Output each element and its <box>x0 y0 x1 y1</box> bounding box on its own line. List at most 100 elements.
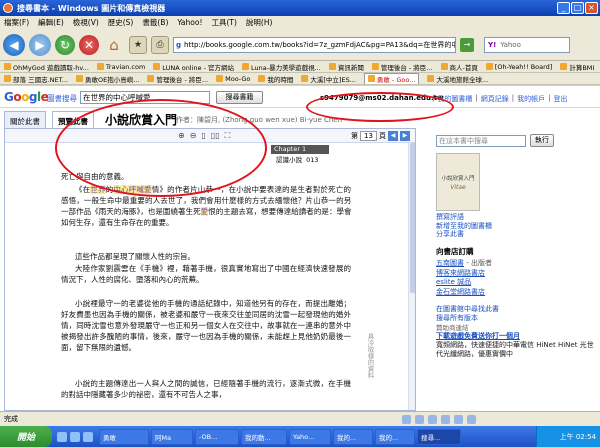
bookmark-item[interactable]: 資訊新聞 <box>328 62 364 72</box>
bookmark-item[interactable]: Luna-暴力美學遊戲視... <box>242 62 321 72</box>
taskbar-item[interactable]: 勇敢 <box>99 428 149 445</box>
store-link[interactable]: eslite 誠品 <box>436 278 471 286</box>
menu-history[interactable]: 歷史(S) <box>108 17 134 28</box>
menu-yahoo[interactable]: Yahoo! <box>177 18 202 27</box>
site-favicon-icon: g <box>176 40 182 49</box>
sign-out-link[interactable]: 登出 <box>553 94 567 104</box>
menu-file[interactable]: 檔案(F) <box>4 17 29 28</box>
menu-view[interactable]: 檢視(V) <box>73 17 99 28</box>
stop-button[interactable]: ✕ <box>79 34 99 55</box>
bookmark-icon <box>440 63 448 70</box>
address-bar[interactable]: g http://books.google.com.tw/books?id=7z… <box>173 36 456 53</box>
tab-icon <box>147 75 155 82</box>
next-image-icon[interactable] <box>415 414 424 424</box>
bookmark-star-icon[interactable]: ★ <box>129 35 147 54</box>
paragraph: 這些作品都呈現了關懷人性的宗旨。 <box>75 252 195 261</box>
find-in-library-link[interactable]: 在圖書館中尋找此書 <box>436 305 596 314</box>
tab-item[interactable]: 大溪[中立]ES... <box>301 74 356 84</box>
taskbar-item[interactable]: -OB... <box>195 428 239 445</box>
tab-icon <box>427 75 435 82</box>
my-account-link[interactable]: 我的帳戶 <box>517 94 545 104</box>
write-review-link[interactable]: 撰寫評語 <box>436 213 596 222</box>
paragraph: 小說的主題傳達出一人與人之間的誠信，已經隨著手機的流行，逐漸式微，在手機的對話中… <box>61 379 351 399</box>
add-to-library-link[interactable]: 新增至我的圖書櫃 <box>436 222 596 231</box>
taskbar-item[interactable]: 我的動... <box>241 428 287 445</box>
bookmark-item[interactable]: 管理後台 - 將臣... <box>371 62 433 72</box>
taskbar-item-active[interactable]: 搜尋... <box>417 428 461 445</box>
all-editions-link[interactable]: 搜尋所有版本 <box>436 314 596 323</box>
search-books-button[interactable]: 搜尋書籍 <box>216 91 263 104</box>
bookmark-item[interactable]: 計算BMI <box>560 62 594 72</box>
menu-bookmarks[interactable]: 書籤(B) <box>142 17 168 28</box>
zoom-icon[interactable] <box>428 414 437 424</box>
bookmark-item[interactable]: Travian.com <box>96 63 145 71</box>
forward-button[interactable]: ▶ <box>29 33 51 56</box>
ad-description: 寬頻網路，快速便捷的中華電信 HiNet HiNet 光世代光纖網路，優惠實價中 <box>436 341 594 358</box>
paragraph: 小說裡最守一的老婆從他的手機的通話紀錄中，知道他另有的存在，而提出離婚；好友費墨… <box>61 299 351 352</box>
go-button[interactable]: → <box>460 37 474 52</box>
page-prefix: 第 <box>351 132 358 140</box>
tab-item[interactable]: Moo-Go <box>216 75 250 83</box>
bookmarks-bar: OhMyGod 遊戲讀取-hv... Travian.com LUNA onli… <box>0 61 600 73</box>
home-button[interactable]: ⌂ <box>103 34 125 56</box>
viewer-scrollbar[interactable] <box>408 143 415 410</box>
bookmark-item[interactable]: OhMyGod 遊戲讀取-hv... <box>4 62 89 72</box>
rotate-icon[interactable] <box>441 414 450 424</box>
web-history-link[interactable]: 網頁記錄 <box>481 94 509 104</box>
navigation-toolbar: ◀ ▶ ↻ ✕ ⌂ ★ ⎙ g http://books.google.com.… <box>0 29 600 61</box>
clock: 上午 02:54 <box>559 432 596 441</box>
tab-icon <box>76 75 83 82</box>
store-link[interactable]: 五南圖書 <box>436 259 464 267</box>
prev-page-icon[interactable]: ◀ <box>388 131 398 141</box>
chapter-label: Chapter 1 <box>271 145 329 154</box>
tab-item[interactable]: 部落 三國志.NET... <box>4 74 68 84</box>
taskbar-item[interactable]: 我的... <box>375 428 415 445</box>
tab-item[interactable]: 我的時間 <box>258 74 293 84</box>
yahoo-search-box[interactable]: Y! Yahoo <box>484 36 570 53</box>
bookmark-item[interactable]: LUNA online - 官方網站 <box>153 62 234 72</box>
next-page-icon[interactable]: ▶ <box>400 131 410 141</box>
menu-edit[interactable]: 編輯(E) <box>38 17 64 28</box>
search-in-book-button[interactable]: 執行 <box>530 134 554 147</box>
store-item: eslite 誠品 <box>436 278 596 288</box>
tab-item[interactable]: 勇敢OE抱小島嶼... <box>76 74 139 84</box>
page-number-input[interactable]: 13 <box>360 131 377 141</box>
cover-title: 小說欣賞入門 <box>441 175 475 182</box>
book-cover-image[interactable]: 小說欣賞入門 Vitae <box>436 153 480 211</box>
tab-item[interactable]: 大溪地旅館全球... <box>427 74 488 84</box>
viewer-app-icon <box>3 3 13 13</box>
tab-item[interactable]: 管理後台 - 將臣... <box>147 74 208 84</box>
tab-icon <box>258 75 266 82</box>
quick-launch-icon[interactable] <box>57 431 67 442</box>
reload-button[interactable]: ↻ <box>55 34 75 55</box>
scrollbar-thumb[interactable] <box>410 143 415 293</box>
delete-icon[interactable] <box>454 414 463 424</box>
maximize-button[interactable]: □ <box>571 2 584 14</box>
quick-launch-icon[interactable] <box>83 431 93 442</box>
close-button[interactable]: × <box>585 2 598 14</box>
prev-image-icon[interactable] <box>402 414 411 424</box>
print-icon[interactable] <box>467 414 476 424</box>
search-in-book-input[interactable]: 在這本書中搜尋 <box>436 135 526 147</box>
google-logo[interactable]: Google <box>4 90 49 104</box>
taskbar-item[interactable]: 我的... <box>333 428 373 445</box>
back-button[interactable]: ◀ <box>3 33 25 56</box>
quick-launch-icon[interactable] <box>70 431 80 442</box>
print-icon[interactable]: ⎙ <box>151 35 169 54</box>
window-title: 搜尋書本 - Windows 圖片和傳真檢視器 <box>17 3 166 13</box>
store-link[interactable]: 金石堂網路書店 <box>436 288 485 296</box>
bookmark-icon <box>485 63 493 70</box>
menu-tools[interactable]: 工具(T) <box>211 17 236 28</box>
minimize-button[interactable]: _ <box>557 2 570 14</box>
tab-item-active[interactable]: 勇敢 - Goo... <box>363 73 420 84</box>
bookmark-item[interactable]: [Oh-Yeah!! Board] <box>485 63 552 71</box>
menu-help[interactable]: 說明(H) <box>246 17 273 28</box>
taskbar-item[interactable]: 阿Ma <box>151 428 193 445</box>
bookmark-item[interactable]: 商人-首頁 <box>440 62 478 72</box>
share-book-link[interactable]: 分享此書 <box>436 230 596 239</box>
ad-title-link[interactable]: 下載遊戲免費送你打一個月 <box>436 331 520 341</box>
start-button[interactable]: 開始 <box>0 426 52 447</box>
taskbar-item[interactable]: Yaho... <box>289 428 331 445</box>
tab-about-book[interactable]: 關於此書 <box>4 111 46 128</box>
store-link[interactable]: 博客來網路書店 <box>436 269 485 277</box>
